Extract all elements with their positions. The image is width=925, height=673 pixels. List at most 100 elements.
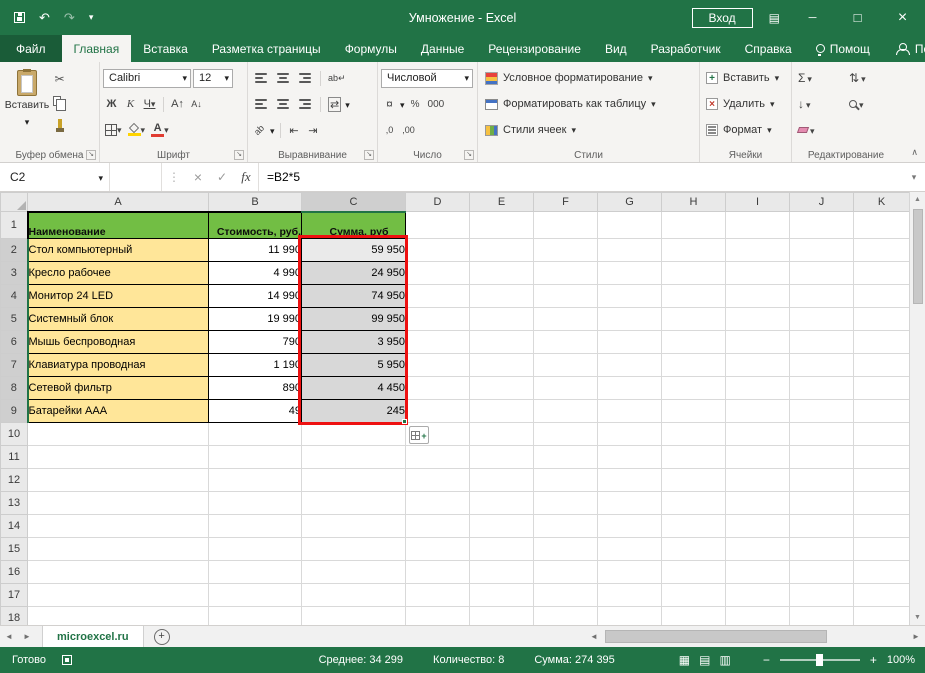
- cell-C14[interactable]: [302, 515, 406, 538]
- autofill-options-button[interactable]: [409, 426, 429, 444]
- row-header-8[interactable]: 8: [1, 377, 28, 400]
- cell-K4[interactable]: [854, 285, 910, 308]
- column-header-K[interactable]: K: [854, 193, 910, 212]
- cell-E4[interactable]: [470, 285, 534, 308]
- column-header-D[interactable]: D: [406, 193, 470, 212]
- font-dialog-launcher[interactable]: [234, 150, 244, 160]
- cell-A15[interactable]: [28, 538, 209, 561]
- cell-C11[interactable]: [302, 446, 406, 469]
- cell-F9[interactable]: [534, 400, 598, 423]
- alignment-dialog-launcher[interactable]: [364, 150, 374, 160]
- cell-D3[interactable]: [406, 262, 470, 285]
- cell-B14[interactable]: [209, 515, 302, 538]
- ribbon-tab-Рецензирование[interactable]: Рецензирование: [476, 35, 593, 62]
- sort-filter-button[interactable]: [846, 71, 897, 85]
- cell-F11[interactable]: [534, 446, 598, 469]
- cell-K5[interactable]: [854, 308, 910, 331]
- merge-center-button[interactable]: [326, 94, 343, 114]
- confirm-entry-button[interactable]: [210, 163, 234, 191]
- cell-J12[interactable]: [790, 469, 854, 492]
- cell-E9[interactable]: [470, 400, 534, 423]
- cell-J6[interactable]: [790, 331, 854, 354]
- column-header-F[interactable]: F: [534, 193, 598, 212]
- cell-K18[interactable]: [854, 607, 910, 626]
- row-header-17[interactable]: 17: [1, 584, 28, 607]
- cell-G9[interactable]: [598, 400, 662, 423]
- number-dialog-launcher[interactable]: [464, 150, 474, 160]
- cell-G13[interactable]: [598, 492, 662, 515]
- insert-function-button[interactable]: fx: [234, 163, 258, 191]
- cell-C12[interactable]: [302, 469, 406, 492]
- format-cells-button[interactable]: Формат: [703, 117, 788, 143]
- cell-D7[interactable]: [406, 354, 470, 377]
- autosum-button[interactable]: Σ: [795, 71, 846, 85]
- format-as-table-button[interactable]: Форматировать как таблицу: [481, 91, 696, 117]
- cell-F14[interactable]: [534, 515, 598, 538]
- cell-D14[interactable]: [406, 515, 470, 538]
- cell-G18[interactable]: [598, 607, 662, 626]
- cell-D5[interactable]: [406, 308, 470, 331]
- cell-F1[interactable]: [534, 212, 598, 239]
- previous-sheet-button[interactable]: [0, 626, 18, 647]
- formula-bar-drag-dots[interactable]: [162, 163, 186, 191]
- underline-button[interactable]: Ч: [141, 94, 158, 114]
- cell-K13[interactable]: [854, 492, 910, 515]
- cell-D9[interactable]: [406, 400, 470, 423]
- ribbon-tab-Данные[interactable]: Данные: [409, 35, 476, 62]
- hscroll-right-button[interactable]: [907, 626, 925, 647]
- maximize-button[interactable]: [835, 0, 880, 35]
- ribbon-tab-Формулы[interactable]: Формулы: [333, 35, 409, 62]
- column-header-G[interactable]: G: [598, 193, 662, 212]
- cell-E7[interactable]: [470, 354, 534, 377]
- cell-K15[interactable]: [854, 538, 910, 561]
- cell-A7[interactable]: Клавиатура проводная: [28, 354, 209, 377]
- zoom-slider[interactable]: [780, 659, 860, 661]
- row-header-1[interactable]: 1: [1, 212, 28, 239]
- cell-J18[interactable]: [790, 607, 854, 626]
- cell-E13[interactable]: [470, 492, 534, 515]
- cell-H2[interactable]: [662, 239, 726, 262]
- cell-H14[interactable]: [662, 515, 726, 538]
- row-header-5[interactable]: 5: [1, 308, 28, 331]
- cell-B8[interactable]: 890: [209, 377, 302, 400]
- align-top-button[interactable]: [251, 68, 271, 88]
- cell-J14[interactable]: [790, 515, 854, 538]
- cell-K12[interactable]: [854, 469, 910, 492]
- macro-record-icon[interactable]: [62, 655, 72, 665]
- column-header-E[interactable]: E: [470, 193, 534, 212]
- cell-I4[interactable]: [726, 285, 790, 308]
- horizontal-scroll-thumb[interactable]: [605, 630, 827, 643]
- accounting-format-button[interactable]: [381, 94, 398, 114]
- cell-E14[interactable]: [470, 515, 534, 538]
- cell-A2[interactable]: Стол компьютерный: [28, 239, 209, 262]
- cell-A12[interactable]: [28, 469, 209, 492]
- row-header-13[interactable]: 13: [1, 492, 28, 515]
- cell-G6[interactable]: [598, 331, 662, 354]
- cell-E11[interactable]: [470, 446, 534, 469]
- cell-J10[interactable]: [790, 423, 854, 446]
- cell-I8[interactable]: [726, 377, 790, 400]
- cell-A11[interactable]: [28, 446, 209, 469]
- cell-H4[interactable]: [662, 285, 726, 308]
- cell-I15[interactable]: [726, 538, 790, 561]
- cell-G7[interactable]: [598, 354, 662, 377]
- cell-E17[interactable]: [470, 584, 534, 607]
- page-break-view-button[interactable]: [719, 653, 730, 667]
- cell-H9[interactable]: [662, 400, 726, 423]
- zoom-level[interactable]: 100%: [887, 654, 915, 666]
- cell-G11[interactable]: [598, 446, 662, 469]
- cell-I3[interactable]: [726, 262, 790, 285]
- cell-A4[interactable]: Монитор 24 LED: [28, 285, 209, 308]
- cell-A16[interactable]: [28, 561, 209, 584]
- row-header-11[interactable]: 11: [1, 446, 28, 469]
- cell-H15[interactable]: [662, 538, 726, 561]
- normal-view-button[interactable]: [679, 653, 690, 667]
- cell-B2[interactable]: 11 990: [209, 239, 302, 262]
- cancel-entry-button[interactable]: [186, 163, 210, 191]
- cell-D4[interactable]: [406, 285, 470, 308]
- cell-J2[interactable]: [790, 239, 854, 262]
- cell-H18[interactable]: [662, 607, 726, 626]
- comma-style-button[interactable]: 000: [426, 94, 447, 114]
- cell-H3[interactable]: [662, 262, 726, 285]
- conditional-formatting-button[interactable]: Условное форматирование: [481, 65, 696, 91]
